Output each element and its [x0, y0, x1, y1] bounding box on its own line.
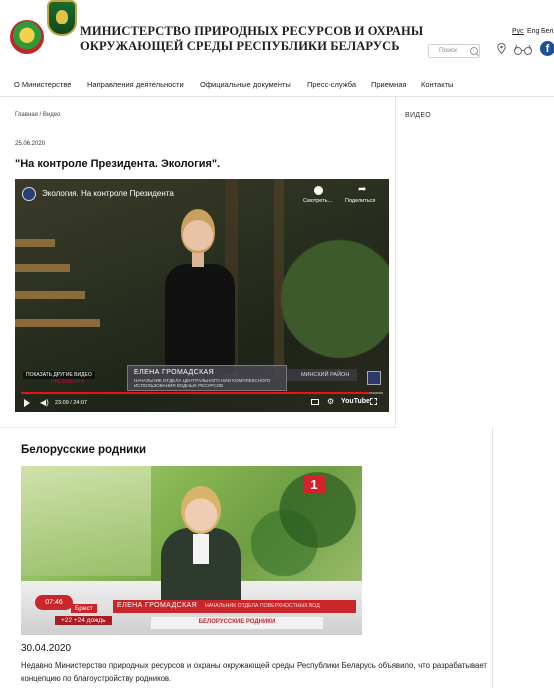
tv-name-bar: ЕЛЕНА ГРОМАДСКАЯ НАЧАЛЬНИК ОТДЕЛА ПОВЕРХ…	[113, 600, 356, 613]
share-icon[interactable]: ➦	[358, 185, 368, 195]
tv-city: Брест	[71, 604, 97, 613]
breadcrumb[interactable]: Главная / Видео	[15, 112, 60, 118]
player-video-title[interactable]: Экология. На контроле Президента	[42, 189, 174, 198]
presenter-figure	[193, 534, 209, 564]
playback-time: 23:09 / 24:07	[55, 400, 88, 406]
channel-logo: 1	[303, 476, 325, 494]
section-divider	[0, 427, 396, 428]
location-pin-icon[interactable]	[497, 43, 506, 54]
nav-item-press[interactable]: Пресс-служба	[307, 80, 356, 89]
youtube-logo[interactable]: YouTube	[341, 398, 370, 405]
presenter-figure	[165, 264, 235, 374]
nav-item-about[interactable]: О Министерстве	[14, 80, 71, 89]
article-date: 30.04.2020	[21, 643, 72, 654]
scene-stair	[15, 291, 85, 299]
search-icon[interactable]	[470, 47, 478, 55]
facebook-icon[interactable]: f	[540, 41, 554, 56]
sidebar-divider	[395, 97, 396, 427]
watch-later-label[interactable]: Смотреть...	[303, 198, 332, 204]
site-title[interactable]: МИНИСТЕРСТВО ПРИРОДНЫХ РЕСУРСОВ И ОХРАНЫ…	[80, 24, 423, 54]
site-header: МИНИСТЕРСТВО ПРИРОДНЫХ РЕСУРСОВ И ОХРАНЫ…	[0, 0, 554, 72]
site-title-line1: МИНИСТЕРСТВО ПРИРОДНЫХ РЕСУРСОВ И ОХРАНЫ	[80, 24, 424, 38]
play-icon[interactable]	[24, 399, 30, 407]
lower-third-caption: ЕЛЕНА ГРОМАДСКАЯ НАЧАЛЬНИК ОТДЕЛА ЦЕНТРА…	[127, 365, 287, 391]
share-label[interactable]: Поделиться	[345, 198, 375, 204]
tv-still-image[interactable]: 1 07:46 Брест +22 +24 дождь ЕЛЕНА ГРОМАД…	[21, 466, 362, 635]
language-ru-link[interactable]: Рус	[512, 28, 524, 35]
tv-topic: БЕЛОРУССКИЕ РОДНИКИ	[198, 619, 276, 625]
nav-item-reception[interactable]: Приемная	[371, 80, 406, 89]
section-divider	[492, 428, 493, 688]
caption-region: МИНСКИЙ РАЙОН	[287, 369, 358, 381]
caption-role: НАЧАЛЬНИК ОТДЕЛА ЦЕНТРАЛЬНОГО НИИ КОМПЛЕ…	[134, 378, 271, 388]
tv-clock: 07:46	[35, 595, 73, 610]
state-emblem-icon[interactable]	[10, 20, 44, 54]
watch-later-icon[interactable]	[314, 186, 323, 195]
more-videos-sublabel: ПРЕЗИДЕНТА	[51, 379, 85, 385]
volume-icon[interactable]: ◀)	[40, 398, 49, 407]
scene-stair	[15, 239, 55, 247]
presenter-figure	[181, 209, 215, 253]
tv-caption-role: НАЧАЛЬНИК ОТДЕЛА ПОВЕРХНОСТНЫХ ВОД	[205, 602, 320, 609]
nav-item-documents[interactable]: Официальные документы	[200, 80, 291, 89]
video-date: 25.06.2020	[15, 141, 46, 147]
progress-bar-fill	[21, 392, 369, 394]
tv-caption-name: ЕЛЕНА ГРОМАДСКАЯ	[117, 602, 198, 609]
caption-name: ЕЛЕНА ГРОМАДСКАЯ	[134, 369, 215, 376]
scene-stair	[15, 319, 100, 327]
main-navigation: О Министерстве Направления деятельности …	[0, 72, 554, 97]
more-videos-button[interactable]: ПОКАЗАТЬ ДРУГИЕ ВИДЕО	[23, 371, 95, 379]
subtitles-icon[interactable]	[311, 399, 319, 405]
ministry-emblem-icon[interactable]	[47, 0, 77, 36]
fullscreen-icon[interactable]	[370, 398, 377, 405]
settings-gear-icon[interactable]: ⚙	[327, 397, 334, 406]
progress-bar[interactable]	[21, 392, 383, 394]
broadcaster-logo-icon	[367, 371, 381, 385]
sidebar-heading: ВИДЕО	[405, 112, 432, 119]
page-title: "На контроле Президента. Экология".	[15, 158, 221, 170]
nav-item-contacts[interactable]: Контакты	[421, 80, 453, 89]
language-by-link[interactable]: Бел	[541, 28, 553, 35]
article-text: Недавно Министерство природных ресурсов …	[21, 661, 487, 683]
scene-stair	[15, 264, 70, 272]
low-vision-glasses-icon[interactable]	[513, 44, 533, 55]
nav-item-activities[interactable]: Направления деятельности	[87, 80, 184, 89]
presenter-figure	[181, 486, 221, 534]
studio-background	[21, 466, 151, 576]
tv-topic-bar: БЕЛОРУССКИЕ РОДНИКИ	[151, 617, 323, 629]
channel-avatar-icon[interactable]	[22, 187, 36, 201]
language-en-link[interactable]: Eng	[527, 28, 539, 35]
article-title[interactable]: Белорусские родники	[21, 444, 146, 456]
tv-weather: +22 +24 дождь	[55, 616, 112, 625]
video-player[interactable]: Экология. На контроле Президента Смотрет…	[15, 179, 389, 412]
site-title-line2: ОКРУЖАЮЩЕЙ СРЕДЫ РЕСПУБЛИКИ БЕЛАРУСЬ	[80, 39, 400, 53]
scene-trees	[225, 179, 389, 379]
